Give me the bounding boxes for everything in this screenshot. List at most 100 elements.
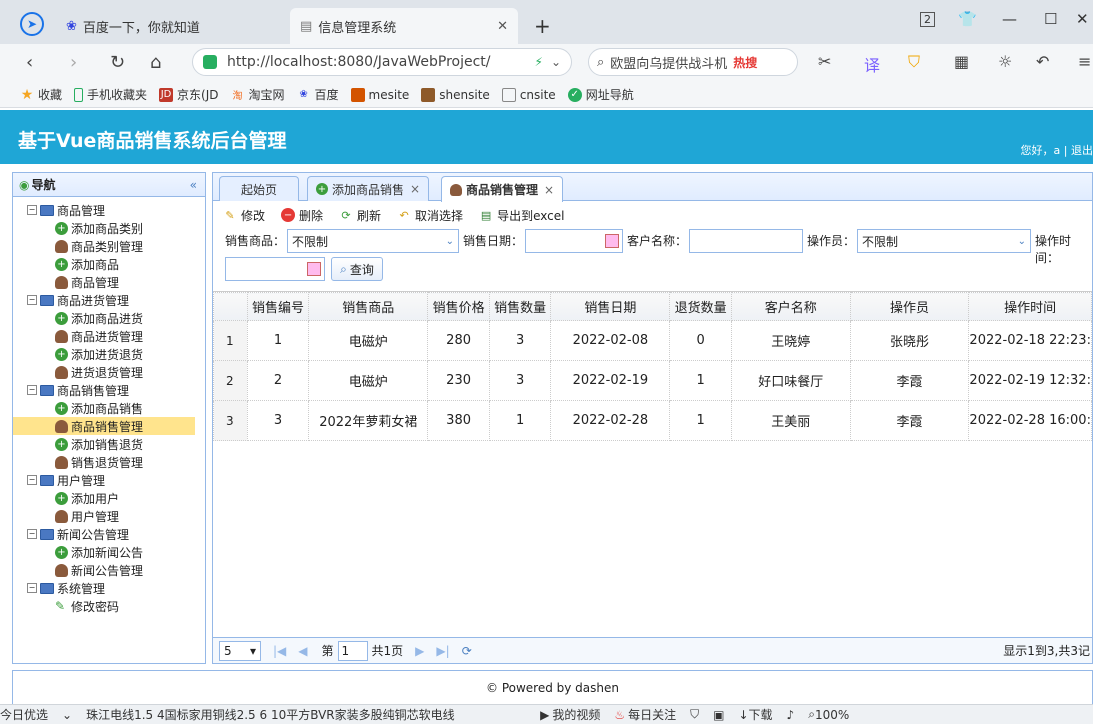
browser-search-box[interactable]: ⌕ 欧盟向乌提供战斗机 热搜 <box>588 48 798 76</box>
tree-group-system[interactable]: − 系统管理 <box>13 579 205 597</box>
bookmark-mobile[interactable]: 手机收藏夹 <box>74 86 147 103</box>
undo-icon[interactable]: ↶ <box>1036 52 1049 71</box>
navigation-icon[interactable]: ➤ <box>20 12 44 36</box>
bolt-icon[interactable]: ⚡ <box>535 55 543 69</box>
close-icon[interactable]: × <box>544 183 554 197</box>
sidebar-item-add-user[interactable]: + 添加用户 <box>13 489 205 507</box>
column-header[interactable]: 销售编号 <box>246 292 310 321</box>
collapse-toggle-icon[interactable]: − <box>27 475 37 485</box>
bookmark-mesite[interactable]: mesite <box>350 87 409 102</box>
page-number-input[interactable]: 1 <box>337 640 368 661</box>
column-header[interactable]: 退货数量 <box>669 292 732 321</box>
minimize-icon[interactable]: — <box>1002 10 1017 28</box>
sidebar-item-user-manage[interactable]: 用户管理 <box>13 507 205 525</box>
tree-group-users[interactable]: − 用户管理 <box>13 471 205 489</box>
back-icon[interactable]: ‹ <box>26 52 33 73</box>
collapse-toggle-icon[interactable]: − <box>27 295 37 305</box>
chevron-down-icon[interactable]: ⌄ <box>62 708 72 722</box>
column-header[interactable]: 销售数量 <box>488 292 552 321</box>
close-tab-icon[interactable]: ✕ <box>497 19 508 34</box>
user-logout-links[interactable]: 您好，a | 退出 <box>1021 142 1093 158</box>
status-daily[interactable]: ♨ 每日关注 <box>614 706 676 723</box>
url-field[interactable]: http://localhost:8080/JavaWebProject/ ⚡ … <box>192 48 572 76</box>
sidebar-item-change-password[interactable]: ✎ 修改密码 <box>13 597 205 615</box>
brightness-icon[interactable]: ☼ <box>998 52 1012 71</box>
bookmark-baidu[interactable]: ❀ 百度 <box>297 86 338 103</box>
sale-date-input[interactable] <box>525 229 623 253</box>
sidebar-item-sale-manage[interactable]: 商品销售管理 <box>13 417 195 435</box>
tab-count-badge[interactable]: 2 <box>920 12 935 27</box>
search-button[interactable]: ⌕ 查询 <box>331 257 383 281</box>
refresh-icon[interactable]: ⟳ <box>462 644 472 658</box>
shield-icon[interactable]: ⛉ <box>908 52 920 72</box>
bookmark-nav[interactable]: ✓ 网址导航 <box>567 86 634 103</box>
sidebar-item-add-goods[interactable]: + 添加商品 <box>13 255 205 273</box>
table-row[interactable]: 1 1 电磁炉 280 3 2022-02-08 0 王晓婷 张晓彤 2022-… <box>213 320 1092 361</box>
sidebar-item-purchase-manage[interactable]: 商品进货管理 <box>13 327 205 345</box>
sidebar-item-purchase-return-manage[interactable]: 进货退货管理 <box>13 363 205 381</box>
forward-icon[interactable]: › <box>70 52 77 73</box>
column-header[interactable]: 操作员 <box>849 292 970 321</box>
new-tab-button[interactable]: + <box>524 8 561 44</box>
sidebar-item-category-manage[interactable]: 商品类别管理 <box>13 237 205 255</box>
browser-tab-active[interactable]: ▤ 信息管理系统 ✕ <box>290 8 518 44</box>
column-header[interactable]: 销售日期 <box>550 292 671 321</box>
collapse-toggle-icon[interactable]: − <box>27 583 37 593</box>
shirt-icon[interactable]: 👕 <box>958 10 977 28</box>
shield-icon[interactable]: ⛉ <box>690 707 699 722</box>
collapse-toggle-icon[interactable]: − <box>27 205 37 215</box>
unselect-button[interactable]: ↶ 取消选择 <box>397 207 463 224</box>
menu-icon[interactable]: ≡ <box>1078 52 1091 71</box>
calendar-icon[interactable] <box>307 262 321 276</box>
export-excel-button[interactable]: ▤ 导出到excel <box>479 207 565 224</box>
collapse-toggle-icon[interactable]: − <box>27 385 37 395</box>
delete-button[interactable]: − 删除 <box>281 207 323 224</box>
sidebar-item-goods-manage[interactable]: 商品管理 <box>13 273 205 291</box>
tab-sale-manage[interactable]: 商品销售管理 × <box>441 176 564 202</box>
tab-home[interactable]: 起始页 <box>219 176 299 201</box>
refresh-button[interactable]: ⟳ 刷新 <box>339 207 381 224</box>
sidebar-item-add-news[interactable]: + 添加新闻公告 <box>13 543 205 561</box>
column-header[interactable]: 销售价格 <box>427 292 490 321</box>
sidebar-item-news-manage[interactable]: 新闻公告管理 <box>13 561 205 579</box>
table-row[interactable]: 2 2 电磁炉 230 3 2022-02-19 1 好口味餐厅 李霞 2022… <box>213 360 1092 401</box>
page-size-select[interactable]: 5 ▾ <box>219 640 261 661</box>
status-today-picks[interactable]: 今日优选 <box>0 706 48 723</box>
tree-group-purchase[interactable]: − 商品进货管理 <box>13 291 205 309</box>
speaker-icon[interactable]: ♪ <box>787 708 795 722</box>
apps-grid-icon[interactable]: ▦ <box>954 52 969 71</box>
sidebar-item-add-sale-return[interactable]: + 添加销售退货 <box>13 435 205 453</box>
home-icon[interactable]: ⌂ <box>150 52 161 73</box>
collapse-icon[interactable]: « <box>190 178 197 192</box>
column-header[interactable]: 客户名称 <box>730 292 851 321</box>
sidebar-item-add-sale[interactable]: + 添加商品销售 <box>13 399 205 417</box>
tab-add-sale[interactable]: + 添加商品销售 × <box>307 176 430 201</box>
column-header[interactable]: 操作时间 <box>968 292 1092 321</box>
bookmark-jd[interactable]: JD 京东(JD <box>159 86 219 103</box>
table-row[interactable]: 3 3 2022年萝莉女裙 380 1 2022-02-28 1 王美丽 李霞 … <box>213 400 1092 441</box>
reload-icon[interactable]: ↻ <box>110 52 125 73</box>
column-header[interactable]: 销售商品 <box>308 292 429 321</box>
prev-page-icon[interactable]: ◀ <box>298 644 307 658</box>
last-page-icon[interactable]: ▶| <box>436 644 449 658</box>
product-select[interactable]: 不限制 ⌄ <box>287 229 459 253</box>
first-page-icon[interactable]: |◀ <box>273 644 286 658</box>
chevron-down-icon[interactable]: ⌄ <box>551 55 561 69</box>
browser-tab-baidu[interactable]: ❀ 百度一下，你就知道 <box>56 8 278 44</box>
bookmark-shensite[interactable]: shensite <box>421 87 490 102</box>
close-window-icon[interactable]: ✕ <box>1076 10 1089 28</box>
image-icon[interactable]: ▣ <box>713 708 724 722</box>
sidebar-item-add-category[interactable]: + 添加商品类别 <box>13 219 205 237</box>
maximize-icon[interactable]: ☐ <box>1044 10 1057 28</box>
customer-input[interactable] <box>689 229 803 253</box>
edit-button[interactable]: ✎ 修改 <box>223 207 265 224</box>
status-news-ticker[interactable]: 珠江电线1.5 4国标家用铜线2.5 6 10平方BVR家装多股纯铜芯软电线 <box>86 706 526 723</box>
tree-group-news[interactable]: − 新闻公告管理 <box>13 525 205 543</box>
bookmark-cnsite[interactable]: cnsite <box>501 87 556 102</box>
translate-icon[interactable]: 译 <box>864 52 880 76</box>
collapse-toggle-icon[interactable]: − <box>27 529 37 539</box>
close-icon[interactable]: × <box>410 182 420 196</box>
next-page-icon[interactable]: ▶ <box>415 644 424 658</box>
tree-group-sales[interactable]: − 商品销售管理 <box>13 381 205 399</box>
operator-select[interactable]: 不限制 ⌄ <box>857 229 1031 253</box>
